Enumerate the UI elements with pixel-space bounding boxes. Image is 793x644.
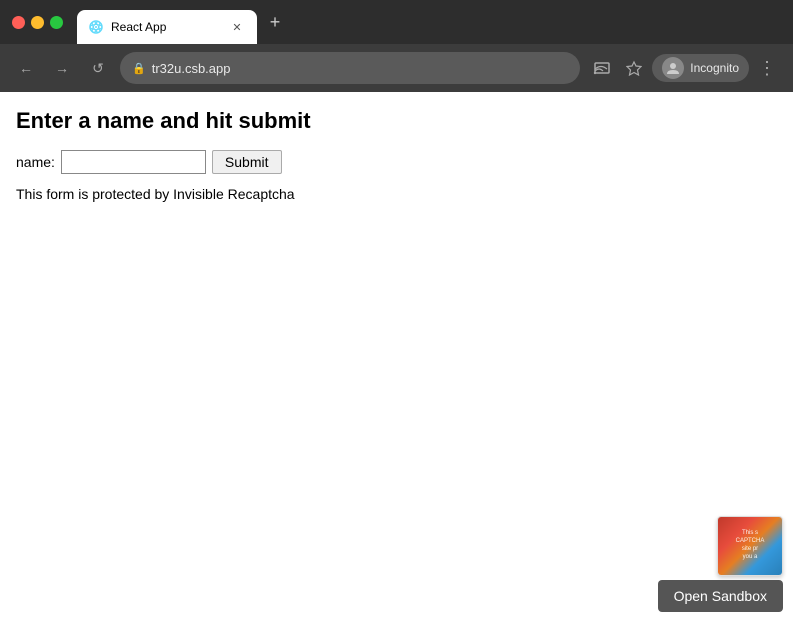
- open-sandbox-button[interactable]: Open Sandbox: [658, 580, 783, 612]
- browser-window: React App ✕ + ← → ↺ 🔒 tr32u.csb.app: [0, 0, 793, 644]
- url-text: tr32u.csb.app: [152, 61, 569, 76]
- tab-area: React App ✕ +: [77, 0, 781, 44]
- captcha-label: This sCAPTCHAsite pryou a: [734, 528, 767, 563]
- maximize-window-button[interactable]: [50, 16, 63, 29]
- forward-button[interactable]: →: [48, 54, 76, 82]
- new-tab-button[interactable]: +: [261, 8, 289, 36]
- name-form-row: name: Submit: [16, 150, 777, 174]
- url-bar[interactable]: 🔒 tr32u.csb.app: [120, 52, 580, 84]
- lock-icon: 🔒: [132, 62, 146, 75]
- incognito-badge[interactable]: Incognito: [652, 54, 749, 82]
- close-window-button[interactable]: [12, 16, 25, 29]
- address-bar-actions: Incognito ⋮: [588, 54, 781, 82]
- address-bar: ← → ↺ 🔒 tr32u.csb.app: [0, 44, 793, 92]
- cast-icon-button[interactable]: [588, 54, 616, 82]
- captcha-inner: This sCAPTCHAsite pryou a: [718, 517, 782, 575]
- name-label: name:: [16, 154, 55, 170]
- bookmark-button[interactable]: [620, 54, 648, 82]
- back-button[interactable]: ←: [12, 54, 40, 82]
- incognito-avatar: [662, 57, 684, 79]
- browser-menu-button[interactable]: ⋮: [753, 54, 781, 82]
- tab-favicon: [89, 20, 103, 34]
- recaptcha-notice: This form is protected by Invisible Reca…: [16, 186, 777, 202]
- page-heading: Enter a name and hit submit: [16, 108, 777, 134]
- submit-button[interactable]: Submit: [212, 150, 282, 174]
- minimize-window-button[interactable]: [31, 16, 44, 29]
- active-tab[interactable]: React App ✕: [77, 10, 257, 44]
- page-content: Enter a name and hit submit name: Submit…: [0, 92, 793, 644]
- reload-button[interactable]: ↺: [84, 54, 112, 82]
- incognito-label: Incognito: [690, 61, 739, 75]
- name-input[interactable]: [61, 150, 206, 174]
- traffic-lights: [12, 16, 63, 29]
- title-bar: React App ✕ +: [0, 0, 793, 44]
- captcha-widget: This sCAPTCHAsite pryou a: [717, 516, 783, 576]
- tab-title: React App: [111, 20, 221, 34]
- close-tab-button[interactable]: ✕: [229, 19, 245, 35]
